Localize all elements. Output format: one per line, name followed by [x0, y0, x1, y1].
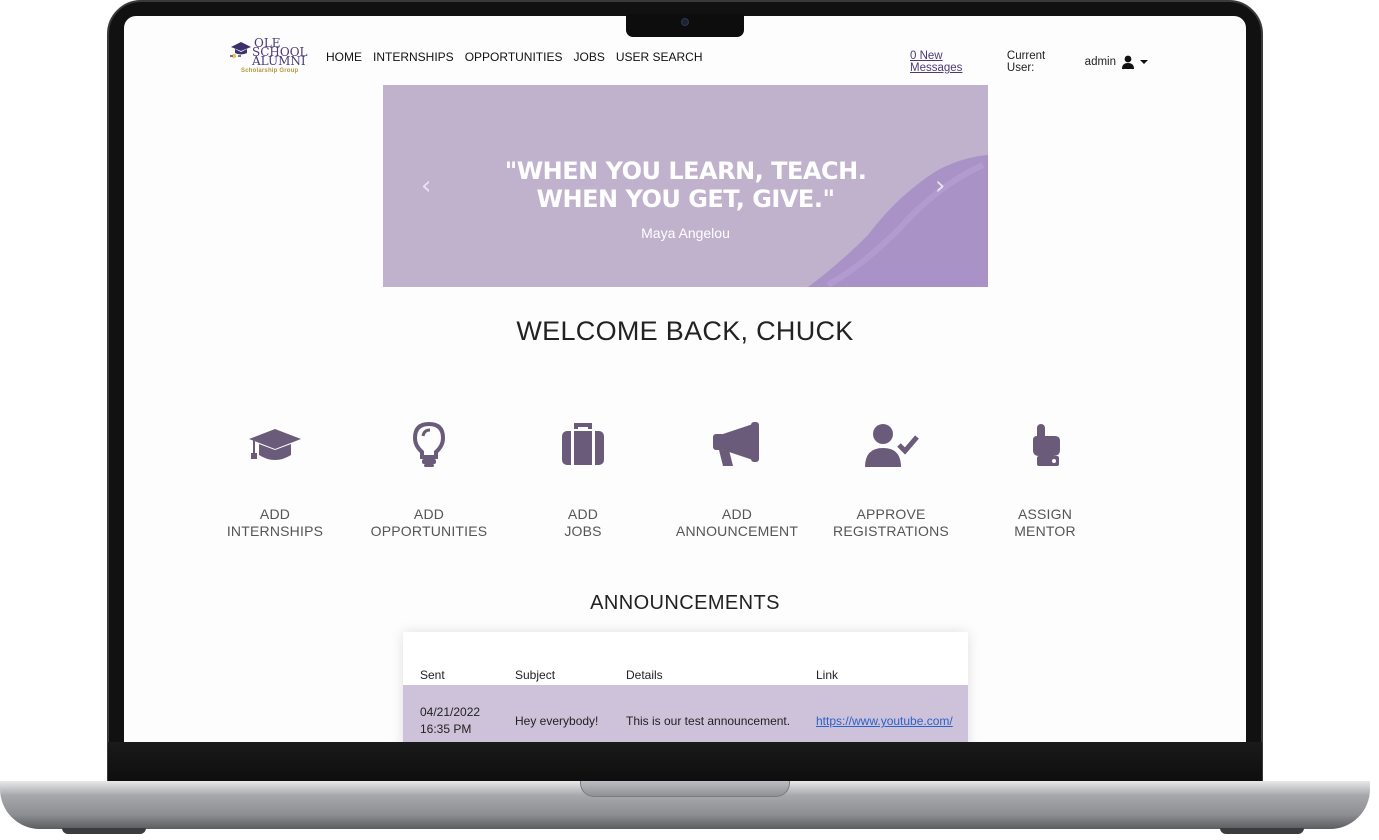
nav-opportunities[interactable]: OPPORTUNITIES: [465, 50, 563, 64]
camera-icon: [681, 18, 689, 26]
logo-cap-icon: [230, 42, 251, 59]
table-row: 04/21/2022 16:35 PM Hey everybody! This …: [403, 685, 968, 742]
add-opportunities-button[interactable]: ADD OPPORTUNITIES: [354, 420, 504, 540]
quote-line-1: "WHEN YOU LEARN, TEACH.: [504, 157, 867, 185]
cell-sent-date: 04/21/2022: [420, 705, 481, 719]
action-label-line2: JOBS: [564, 523, 602, 539]
action-label-line1: ADD: [721, 506, 753, 522]
top-navbar: OLE SCHOOL ALUMNI Scholarship Group HOME…: [228, 37, 1148, 78]
laptop-foot-right: [1220, 828, 1304, 834]
messages-link[interactable]: 0 New Messages: [910, 50, 998, 74]
column-header-sent: Sent: [420, 668, 445, 682]
quick-actions: ADD INTERNSHIPS ADD OPPORTUNITIES ADD JO…: [227, 420, 1164, 540]
briefcase-icon: [562, 423, 604, 465]
current-user-label: Current User:: [1006, 50, 1046, 74]
nav-internships[interactable]: INTERNSHIPS: [373, 50, 454, 64]
quote-line-2: WHEN YOU GET, GIVE.": [536, 185, 835, 213]
action-label-line1: ADD: [413, 506, 445, 522]
action-label-line1: ADD: [259, 506, 291, 522]
cell-link[interactable]: https://www.youtube.com/: [816, 714, 953, 728]
camera-notch: [626, 14, 744, 37]
logo-tagline: Scholarship Group: [241, 68, 299, 74]
user-icon: [1122, 55, 1134, 69]
banner-quote: "WHEN YOU LEARN, TEACH. WHEN YOU GET, GI…: [383, 157, 988, 213]
lid-opening-notch: [580, 781, 790, 797]
user-check-icon: [865, 424, 919, 467]
site-logo[interactable]: OLE SCHOOL ALUMNI Scholarship Group: [228, 37, 308, 78]
column-header-link: Link: [816, 668, 839, 682]
nav-home[interactable]: HOME: [326, 50, 362, 64]
user-dropdown[interactable]: admin: [1085, 55, 1148, 69]
graduation-cap-icon: [249, 429, 301, 460]
laptop-frame: OLE SCHOOL ALUMNI Scholarship Group HOME…: [0, 0, 1379, 840]
action-label-line1: ASSIGN: [1017, 506, 1073, 522]
current-user-name: admin: [1084, 56, 1116, 68]
cell-subject: Hey everybody!: [515, 714, 599, 728]
lightbulb-icon: [412, 421, 446, 467]
action-label-line1: ADD: [567, 506, 599, 522]
user-area: 0 New Messages Current User: admin: [910, 50, 1148, 74]
main-menu: HOME INTERNSHIPS OPPORTUNITIES JOBS USER…: [326, 50, 703, 64]
action-label-line1: APPROVE: [856, 506, 926, 522]
add-internships-button[interactable]: ADD INTERNSHIPS: [200, 420, 350, 540]
action-label-line2: ANNOUNCEMENT: [675, 523, 799, 539]
cell-sent-time: 16:35 PM: [420, 722, 472, 736]
action-label-line2: REGISTRATIONS: [833, 523, 949, 539]
browser-viewport: OLE SCHOOL ALUMNI Scholarship Group HOME…: [124, 16, 1246, 742]
logo-line-3: ALUMNI: [252, 54, 306, 68]
assign-mentor-button[interactable]: ASSIGN MENTOR: [970, 420, 1120, 540]
column-header-subject: Subject: [515, 668, 556, 682]
hand-pointer-icon: [1033, 424, 1060, 466]
quote-carousel: ‹ › "WHEN YOU LEARN, TEACH. WHEN YOU GET…: [383, 85, 988, 287]
nav-jobs[interactable]: JOBS: [573, 50, 604, 64]
laptop-chin: [108, 742, 1262, 782]
cell-details: This is our test announcement.: [626, 714, 791, 728]
action-label-line2: MENTOR: [1014, 523, 1076, 539]
approve-registrations-button[interactable]: APPROVE REGISTRATIONS: [816, 420, 966, 540]
laptop-foot-left: [62, 828, 146, 834]
add-announcement-button[interactable]: ADD ANNOUNCEMENT: [662, 420, 812, 540]
nav-user-search[interactable]: USER SEARCH: [616, 50, 703, 64]
add-jobs-button[interactable]: ADD JOBS: [508, 420, 658, 540]
column-header-details: Details: [626, 668, 663, 682]
welcome-heading: WELCOME BACK, CHUCK: [516, 316, 854, 346]
announcements-heading: ANNOUNCEMENTS: [590, 592, 780, 614]
action-label-line2: OPPORTUNITIES: [370, 523, 488, 539]
quote-author: Maya Angelou: [641, 225, 730, 241]
megaphone-icon: [713, 422, 759, 466]
caret-down-icon: [1140, 60, 1148, 64]
action-label-line2: INTERNSHIPS: [226, 523, 324, 539]
